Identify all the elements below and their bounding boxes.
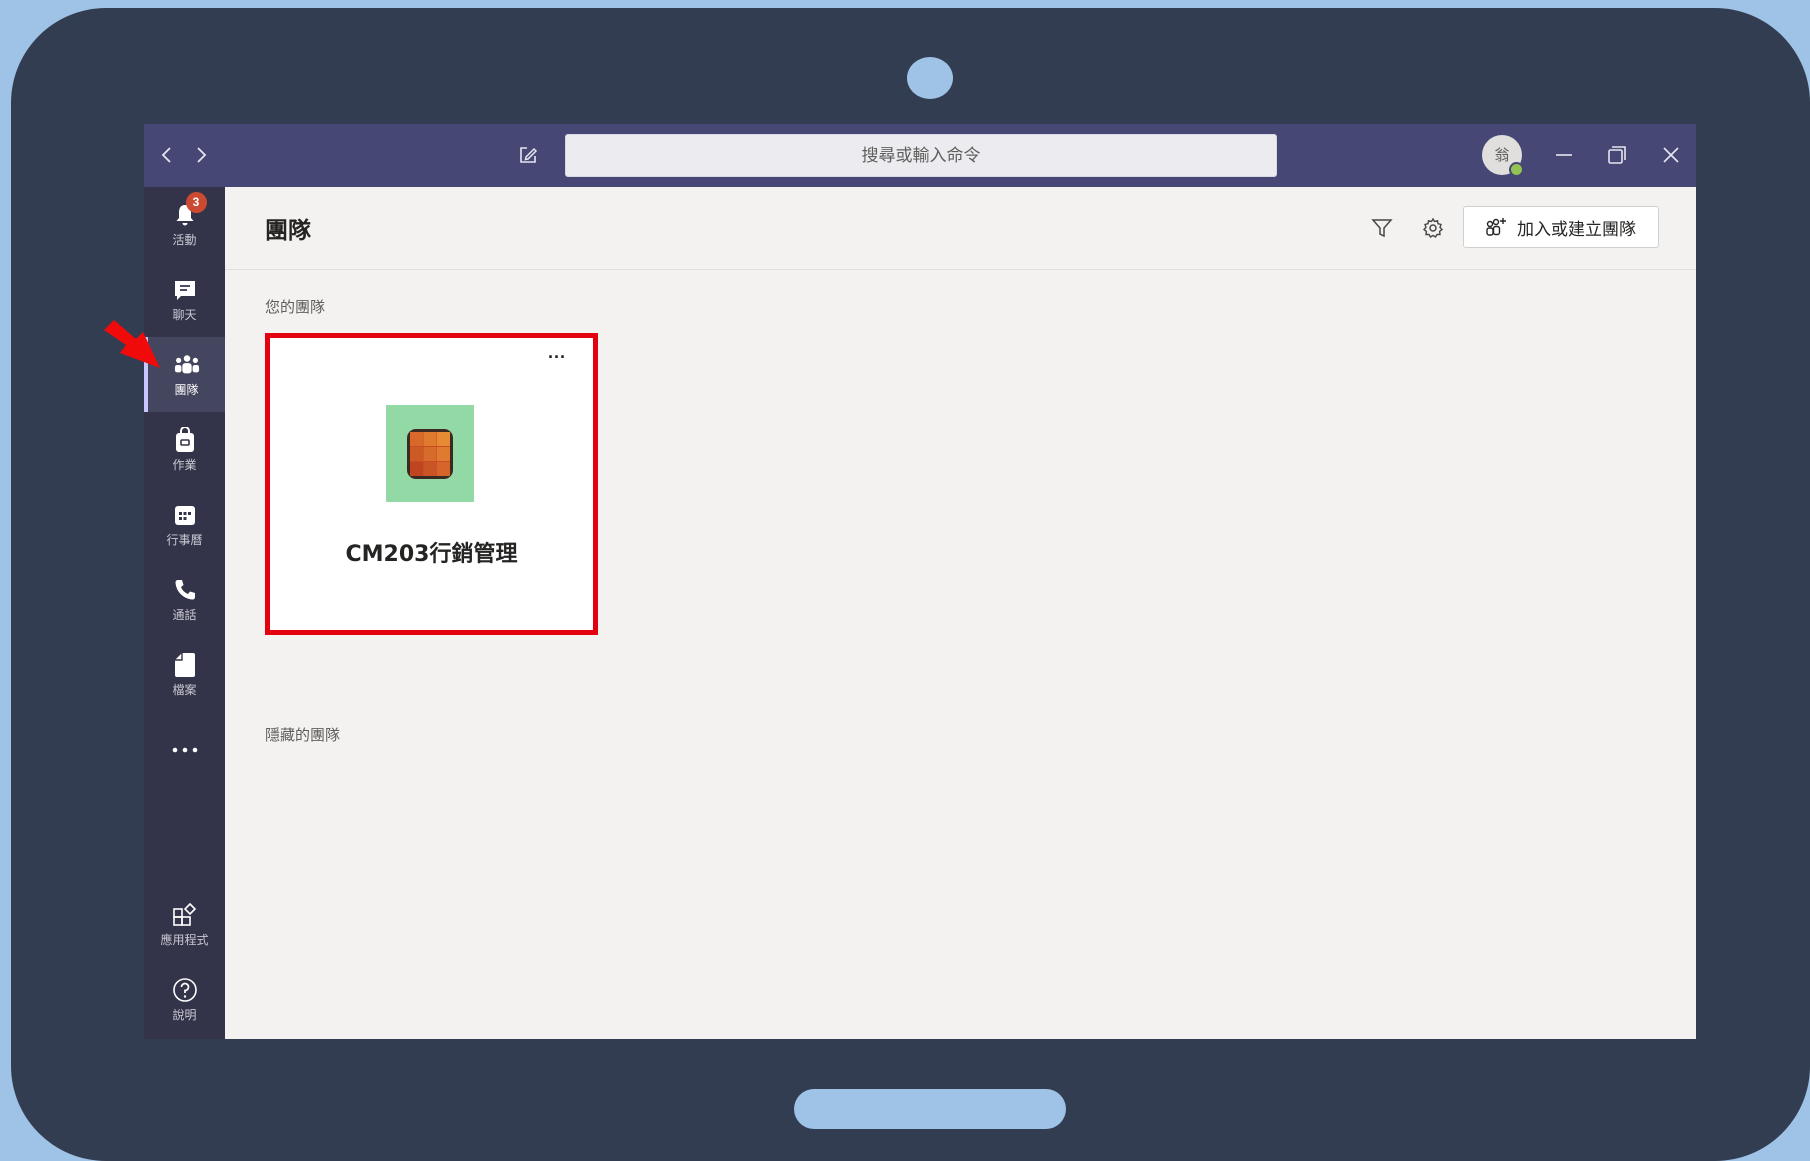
team-card[interactable]: ··· CM203行銷管理 <box>265 333 598 635</box>
manage-teams-button[interactable] <box>1418 213 1448 243</box>
hidden-teams-heading[interactable]: 隱藏的團隊 <box>265 724 340 745</box>
rail-item-label: 檔案 <box>172 682 197 697</box>
presence-status-icon <box>1509 162 1524 177</box>
new-chat-button[interactable] <box>515 142 541 168</box>
rail-item-label: 說明 <box>172 1007 197 1022</box>
rail-item-label: 聊天 <box>172 307 197 322</box>
rail-item-label: 作業 <box>172 457 197 472</box>
rail-item-assignments[interactable]: 作業 <box>144 412 225 487</box>
tablet-camera <box>907 57 953 99</box>
rail-item-label: 應用程式 <box>160 932 209 947</box>
team-more-options-button[interactable]: ··· <box>542 348 572 370</box>
rail-item-calendar[interactable]: 行事曆 <box>144 487 225 562</box>
minimize-icon <box>1556 154 1572 156</box>
assignments-icon <box>172 426 198 453</box>
forward-button[interactable] <box>188 142 214 168</box>
chat-icon <box>172 277 198 303</box>
join-button-label: 加入或建立團隊 <box>1517 219 1636 240</box>
restore-button[interactable] <box>1600 138 1634 172</box>
tablet-home-button[interactable] <box>794 1089 1066 1129</box>
calendar-icon <box>172 502 198 528</box>
more-icon <box>172 737 198 763</box>
rail-item-calls[interactable]: 通話 <box>144 562 225 637</box>
help-icon <box>172 977 198 1003</box>
close-icon <box>1663 147 1679 163</box>
red-arrow-annotation-icon <box>104 320 160 368</box>
chevron-right-icon <box>197 147 207 163</box>
file-icon <box>172 652 198 678</box>
gear-icon <box>1422 217 1444 238</box>
join-or-create-team-button[interactable]: 加入或建立團隊 <box>1463 206 1659 248</box>
bell-icon: 3 <box>172 191 207 228</box>
page-title: 團隊 <box>265 218 311 244</box>
rail-item-more[interactable] <box>144 712 225 787</box>
filter-icon <box>1371 219 1393 238</box>
compose-icon <box>520 147 538 163</box>
chevron-left-icon <box>161 147 171 163</box>
search-input[interactable]: 搜尋或輸入命令 <box>565 134 1277 177</box>
minimize-button[interactable] <box>1547 138 1581 172</box>
main-content: 團隊 加入或建立團隊 您的團隊 ··· CM203行銷管理 隱藏的團隊 <box>225 187 1696 1039</box>
teams-icon <box>174 352 200 378</box>
rail-item-label: 行事曆 <box>166 532 203 547</box>
apps-icon <box>172 902 198 928</box>
app-bar: 3 活動 聊天 團隊 作業 行事曆 通話 檔案 應用程式 說明 <box>144 187 225 1039</box>
notification-badge: 3 <box>185 191 207 213</box>
close-button[interactable] <box>1654 138 1688 172</box>
phone-icon <box>172 577 198 603</box>
your-teams-heading: 您的團隊 <box>265 298 326 316</box>
rail-item-files[interactable]: 檔案 <box>144 637 225 712</box>
rail-item-activity[interactable]: 3 活動 <box>144 187 225 262</box>
rail-item-help[interactable]: 說明 <box>144 962 225 1037</box>
rail-item-apps[interactable]: 應用程式 <box>144 887 225 962</box>
back-button[interactable] <box>154 142 180 168</box>
team-name: CM203行銷管理 <box>345 542 518 567</box>
restore-icon <box>1608 146 1626 164</box>
team-logo <box>386 405 474 502</box>
add-team-icon <box>1486 218 1506 236</box>
team-grid-logo-icon <box>407 428 453 479</box>
rail-item-label: 通話 <box>172 607 197 622</box>
rail-item-label: 團隊 <box>174 382 199 397</box>
title-bar: 搜尋或輸入命令 翁 <box>144 124 1696 187</box>
page-header: 團隊 加入或建立團隊 <box>225 187 1696 270</box>
filter-button[interactable] <box>1367 213 1397 243</box>
teams-window: 搜尋或輸入命令 翁 3 活動 聊天 團隊 作業 行事曆 通話 檔案 應用程式 說… <box>144 124 1696 1039</box>
rail-item-label: 活動 <box>172 232 197 247</box>
